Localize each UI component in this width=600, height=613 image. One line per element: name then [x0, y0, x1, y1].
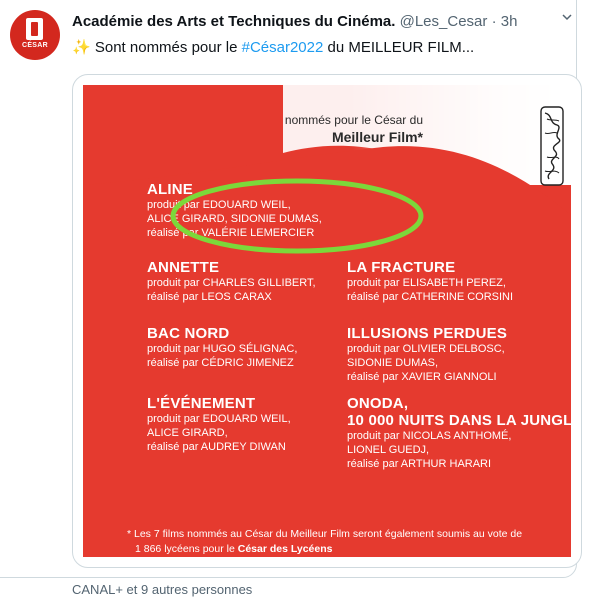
tweet-text-after: du MEILLEUR FILM...: [323, 39, 475, 56]
poster-header-line2: Meilleur Film*: [331, 129, 423, 145]
film-line: produit par CHARLES GILLIBERT,: [147, 277, 316, 289]
film-title-line2: 10 000 NUITS DANS LA JUNGLE: [347, 412, 571, 429]
footnote-line2-bold: César des Lycéens: [237, 543, 333, 555]
film-onoda: ONODA, 10 000 NUITS DANS LA JUNGLE produ…: [347, 395, 571, 471]
footnote-line2: 1 866 lycéens pour le César des Lycéens: [127, 542, 567, 557]
film-line: produit par HUGO SÉLIGNAC,: [147, 343, 298, 355]
film-annette: ANNETTE produit par CHARLES GILLIBERT, r…: [147, 259, 316, 304]
film-line: ALICE GIRARD,: [147, 427, 228, 439]
footnote-line1: * Les 7 films nommés au César du Meilleu…: [127, 528, 523, 540]
film-line: produit par ELISABETH PEREZ,: [347, 277, 506, 289]
tweet-header: Académie des Arts et Techniques du Ciném…: [72, 13, 517, 30]
film-illusions-perdues: ILLUSIONS PERDUES produit par OLIVIER DE…: [347, 325, 507, 384]
film-bac-nord: BAC NORD produit par HUGO SÉLIGNAC, réal…: [147, 325, 297, 370]
tweet-text-before: Sont nommés pour le: [90, 39, 242, 56]
highlight-circle: [170, 178, 424, 254]
avatar-label: CÉSAR: [21, 42, 48, 49]
film-l-evenement: L'ÉVÉNEMENT produit par EDOUARD WEIL, AL…: [147, 395, 291, 454]
tweet-time[interactable]: 3h: [501, 13, 518, 30]
poster-footnote: * Les 7 films nommés au César du Meilleu…: [127, 527, 567, 557]
film-title: BAC NORD: [147, 325, 230, 342]
avatar[interactable]: CÉSAR: [10, 10, 60, 60]
cesar-trophy-icon: [540, 106, 564, 186]
footnote-line2-prefix: 1 866 lycéens pour le: [135, 543, 238, 555]
film-line: réalisé par CÉDRIC JIMENEZ: [147, 357, 294, 369]
film-line: réalisé par ARTHUR HARARI: [347, 458, 492, 470]
tweet-text: ✨ Sont nommés pour le #César2022 du MEIL…: [72, 38, 474, 56]
media-card[interactable]: nommés pour le César du Meilleur Film* A…: [72, 74, 582, 568]
poster-header: nommés pour le César du Meilleur Film*: [285, 113, 423, 145]
film-line: réalisé par AUDREY DIWAN: [147, 441, 286, 453]
film-title: LA FRACTURE: [347, 259, 456, 276]
author-handle[interactable]: @Les_Cesar: [400, 13, 488, 30]
sparkles-icon: ✨: [72, 39, 91, 56]
poster-header-line1: nommés pour le César du: [284, 113, 423, 127]
film-line: réalisé par XAVIER GIANNOLI: [347, 371, 497, 383]
film-title: ILLUSIONS PERDUES: [347, 325, 508, 342]
film-la-fracture: LA FRACTURE produit par ELISABETH PEREZ,…: [347, 259, 513, 304]
cesar-logo-icon: [26, 18, 43, 40]
nominees-poster: nommés pour le César du Meilleur Film* A…: [83, 85, 571, 557]
chevron-down-icon[interactable]: [562, 12, 572, 22]
tagged-people[interactable]: CANAL+ et 9 autres personnes: [72, 582, 252, 597]
poster-background: [83, 85, 571, 557]
film-line: LIONEL GUEDJ,: [347, 444, 430, 456]
hashtag-link[interactable]: #César2022: [242, 39, 324, 56]
film-title: ANNETTE: [147, 259, 220, 276]
film-line: produit par EDOUARD WEIL,: [147, 413, 291, 425]
film-title: ONODA,: [347, 395, 409, 412]
film-title: L'ÉVÉNEMENT: [147, 395, 256, 412]
film-line: réalisé par CATHERINE CORSINI: [347, 291, 514, 303]
film-line: produit par OLIVIER DELBOSC,: [347, 343, 505, 355]
separator-dot: ·: [491, 13, 497, 30]
film-line: produit par NICOLAS ANTHOMÉ,: [347, 430, 512, 442]
film-line: réalisé par LEOS CARAX: [147, 291, 272, 303]
author-name[interactable]: Académie des Arts et Techniques du Ciném…: [72, 13, 395, 30]
film-line: SIDONIE DUMAS,: [347, 357, 439, 369]
